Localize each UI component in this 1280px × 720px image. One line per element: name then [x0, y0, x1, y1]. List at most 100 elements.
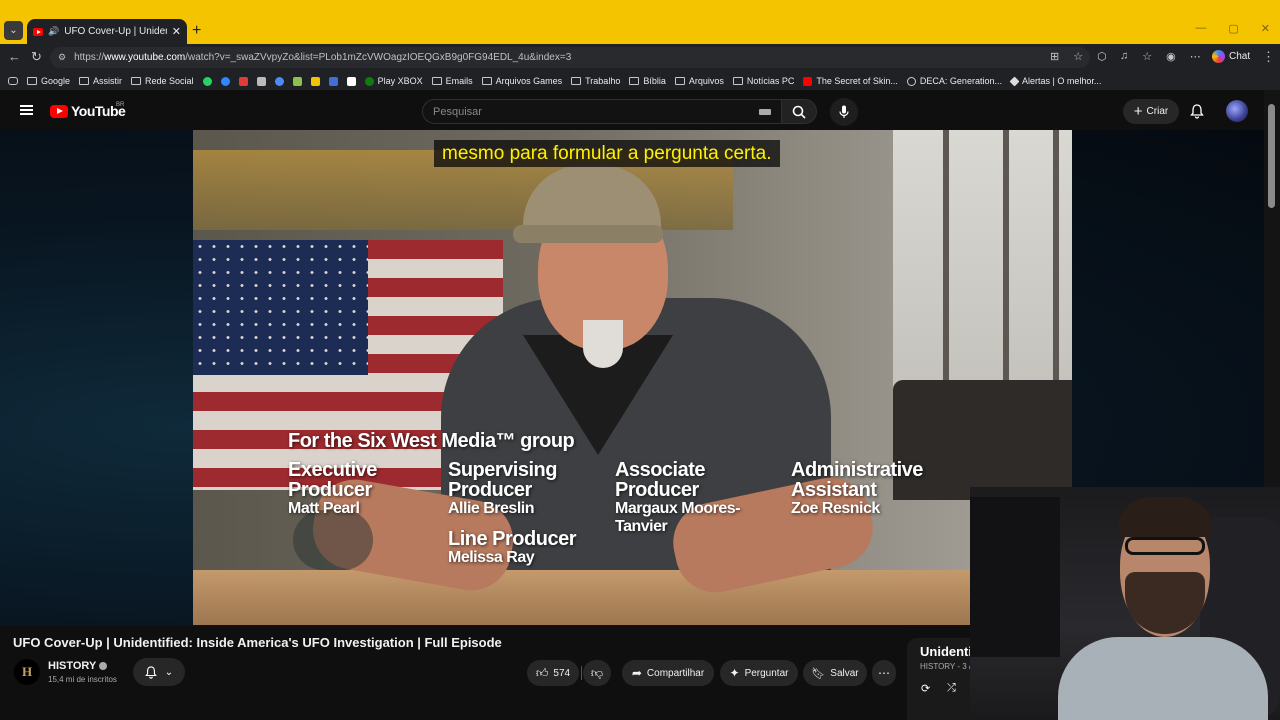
sidebar-menu-icon[interactable]: ⋮: [1262, 49, 1275, 65]
folder-icon: [79, 77, 90, 85]
bookmark-site-red[interactable]: [238, 76, 248, 86]
browser-tab-strip: ⌄ 🔊 UFO Cover-Up | Unidentified: ✕ + — ▢…: [0, 0, 1280, 44]
bookmark-noticias-pc[interactable]: Notícias PC: [732, 76, 794, 86]
voice-search-button[interactable]: [830, 98, 858, 126]
bookmark-play-xbox[interactable]: Play XBOX: [364, 76, 423, 86]
blue-site-icon: [328, 76, 338, 86]
video-player[interactable]: [193, 130, 1072, 625]
search-button[interactable]: [781, 99, 817, 124]
scrollbar-thumb[interactable]: [1268, 104, 1275, 208]
bookmark-site-blue[interactable]: [328, 76, 338, 86]
thumbs-up-icon: 👍︎: [535, 665, 549, 680]
tab-title: UFO Cover-Up | Unidentified:: [64, 26, 167, 37]
reading-list-icon[interactable]: [8, 77, 18, 85]
plus-icon: +: [1133, 102, 1143, 120]
credit-administrative-assistant: Administrative Assistant Zoe Resnick: [791, 459, 923, 517]
reload-icon[interactable]: ↻: [31, 49, 42, 65]
youtube-header: YouTube BR Pesquisar + Criar: [0, 90, 1264, 132]
alert-icon: [1009, 76, 1020, 86]
tab-close-icon[interactable]: ✕: [172, 25, 181, 38]
site-info-icon[interactable]: ⚙: [58, 52, 66, 63]
profile-icon[interactable]: ◉: [1166, 50, 1176, 63]
like-divider: [581, 666, 582, 680]
bookmark-site-s[interactable]: [346, 76, 356, 86]
shuffle-icon[interactable]: ⤮: [947, 682, 956, 695]
address-bar[interactable]: ⚙ https://www.youtube.com/watch?v=_swaZV…: [50, 47, 1090, 68]
messenger-icon: [220, 76, 230, 86]
download-site-icon: [292, 76, 302, 86]
folder-icon: [431, 77, 442, 85]
channel-avatar[interactable]: H: [14, 659, 40, 685]
bookmark-trabalho[interactable]: Trabalho: [571, 76, 620, 86]
webcam-overlay: [970, 487, 1280, 720]
folder-icon: [732, 77, 743, 85]
dislike-button[interactable]: 👎︎: [583, 660, 611, 686]
gray-site-icon: [256, 76, 266, 86]
install-app-icon[interactable]: ⊞: [1050, 50, 1059, 63]
bookmark-rede-social[interactable]: Rede Social: [131, 76, 194, 86]
minimize-icon[interactable]: —: [1195, 22, 1206, 35]
notifications-button[interactable]: [1190, 104, 1204, 124]
create-button[interactable]: + Criar: [1123, 99, 1179, 124]
back-icon[interactable]: ←: [8, 49, 21, 64]
bookmark-arquivos[interactable]: Arquivos: [674, 76, 724, 86]
bookmark-star-icon[interactable]: ☆: [1073, 50, 1083, 63]
presenter-cap-brim: [513, 225, 663, 243]
video-title: UFO Cover-Up | Unidentified: Inside Amer…: [13, 635, 502, 650]
bookmark-deca[interactable]: DECA: Generation...: [906, 76, 1002, 86]
account-avatar[interactable]: [1226, 100, 1248, 122]
maximize-icon[interactable]: ▢: [1228, 22, 1238, 35]
tab-audio-icon[interactable]: 🔊: [48, 26, 59, 37]
like-button[interactable]: 👍︎ 574: [527, 660, 579, 686]
share-button[interactable]: ➦ Compartilhar: [622, 660, 714, 686]
webcam-person-hair: [1118, 497, 1212, 537]
bookmark-site-gray[interactable]: [256, 76, 266, 86]
browser-tab-active[interactable]: 🔊 UFO Cover-Up | Unidentified: ✕: [27, 19, 187, 44]
star-site-icon: [274, 76, 284, 86]
window-close-icon[interactable]: ✕: [1261, 22, 1270, 35]
hamburger-menu-icon[interactable]: [20, 105, 33, 115]
verified-icon: [99, 662, 108, 670]
bookmark-site-yellow[interactable]: [310, 76, 320, 86]
channel-name[interactable]: HISTORY: [48, 660, 108, 672]
bookmark-google[interactable]: Google: [27, 76, 70, 86]
bookmark-site-star[interactable]: [274, 76, 284, 86]
like-count: 574: [553, 667, 571, 679]
bookmark-emails[interactable]: Emails: [431, 76, 473, 86]
bookmark-alertas[interactable]: Alertas | O melhor...: [1009, 76, 1101, 86]
extensions-icon[interactable]: ⬡: [1097, 50, 1107, 63]
bookmark-biblia[interactable]: Bíblia: [629, 76, 666, 86]
keyboard-icon[interactable]: [759, 109, 771, 115]
ask-button[interactable]: ✦ Perguntar: [720, 660, 798, 686]
favorites-icon[interactable]: ☆: [1142, 50, 1152, 63]
tab-search-chevron-icon[interactable]: ⌄: [4, 21, 23, 40]
bookmark-messenger[interactable]: [220, 76, 230, 86]
bookmark-site-green[interactable]: [292, 76, 302, 86]
sparkle-icon: ✦: [729, 666, 740, 680]
toolbar-icons-right: ♫ ☆ ◉ ⋯: [1120, 50, 1201, 63]
address-url: https://www.youtube.com/watch?v=_swaZVvp…: [74, 52, 572, 63]
bookmark-icon: 🔖︎: [811, 667, 826, 680]
credit-line-producer: Line Producer Melissa Ray: [448, 528, 576, 566]
search-input[interactable]: Pesquisar: [422, 99, 781, 124]
bookmark-assistir[interactable]: Assistir: [79, 76, 122, 86]
bookmark-whatsapp[interactable]: [202, 76, 212, 86]
new-tab-button[interactable]: +: [192, 22, 201, 40]
subscription-notifications-button[interactable]: ⌄: [133, 658, 185, 686]
search-icon: [792, 105, 806, 119]
save-button[interactable]: 🔖︎ Salvar: [803, 660, 867, 686]
microphone-icon: [839, 105, 849, 118]
chat-button[interactable]: Chat: [1212, 50, 1250, 63]
youtube-logo[interactable]: YouTube: [50, 103, 126, 119]
bookmark-arquivos-games[interactable]: Arquivos Games: [481, 76, 562, 86]
bell-icon: [144, 665, 157, 679]
xbox-icon: [364, 76, 374, 86]
media-control-icon[interactable]: ♫: [1120, 50, 1128, 63]
loop-icon[interactable]: ⟳: [921, 682, 930, 695]
youtube-play-logo-icon: [50, 104, 68, 118]
webcam-person-shirt: [1058, 637, 1268, 720]
more-menu-icon[interactable]: ⋯: [1190, 50, 1201, 63]
more-actions-button[interactable]: ⋯: [872, 660, 896, 686]
bookmark-secret-of-skin[interactable]: The Secret of Skin...: [803, 76, 898, 86]
credit-executive-producer: Executive Producer Matt Pearl: [288, 459, 377, 517]
